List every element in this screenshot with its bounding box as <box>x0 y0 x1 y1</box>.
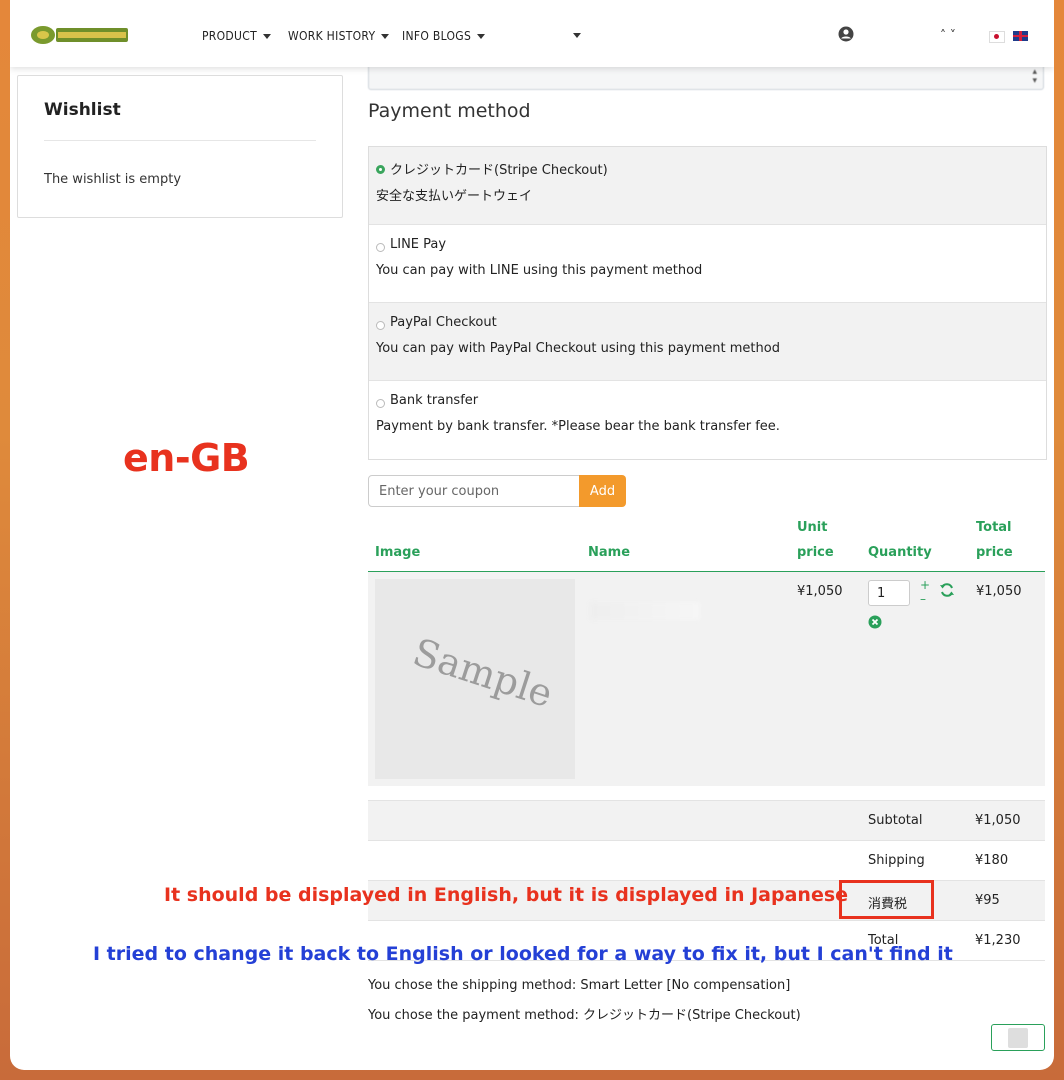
product-image[interactable]: Sample <box>375 579 575 779</box>
col-header-quantity: Quantity <box>868 545 932 560</box>
col-header-image: Image <box>375 545 421 560</box>
payment-option-bank-transfer[interactable]: Bank transfer Payment by bank transfer. … <box>369 381 1046 459</box>
annotation-locale: en-GB <box>123 436 250 480</box>
totals-value: ¥1,230 <box>975 933 1021 948</box>
sample-watermark: Sample <box>407 629 558 717</box>
select-arrows-icon: ▴ ▾ <box>1032 67 1037 86</box>
payment-option-desc: 安全な支払いゲートウェイ <box>376 189 533 204</box>
refresh-icon[interactable] <box>939 582 955 598</box>
quantity-increase-icon[interactable]: + <box>920 579 930 591</box>
payment-option-paypal[interactable]: PayPal Checkout You can pay with PayPal … <box>369 303 1046 381</box>
caret-down-icon <box>262 33 271 39</box>
flag-uk-icon[interactable] <box>1013 31 1028 41</box>
wishlist-empty-text: The wishlist is empty <box>44 172 182 187</box>
payment-option-desc: You can pay with PayPal Checkout using t… <box>376 341 780 356</box>
site-logo[interactable] <box>30 22 130 48</box>
divider <box>44 140 316 141</box>
add-coupon-button[interactable]: Add <box>579 475 626 507</box>
col-header-total-price: Total price <box>976 515 1013 565</box>
site-header: PRODUCT WORK HISTORY INFO BLOGS ˄ ˅ <box>10 0 1054 67</box>
chosen-payment-text: You chose the payment method: クレジットカード(S… <box>368 1008 801 1023</box>
payment-option-stripe[interactable]: クレジットカード(Stripe Checkout) 安全な支払いゲートウェイ <box>369 147 1046 225</box>
nav-info-blogs[interactable]: INFO BLOGS <box>402 29 486 43</box>
col-header-total-price-line1: Total <box>976 520 1012 535</box>
radio-icon[interactable] <box>376 243 385 252</box>
table-row: Sample ¥1,050 + – ¥1,050 <box>368 572 1045 786</box>
payment-option-desc: Payment by bank transfer. *Please bear t… <box>376 419 780 434</box>
totals-value: ¥1,050 <box>975 813 1021 828</box>
payment-option-linepay[interactable]: LINE Pay You can pay with LINE using thi… <box>369 225 1046 303</box>
total-price: ¥1,050 <box>976 584 1022 599</box>
annotation-issue: It should be displayed in English, but i… <box>164 884 849 906</box>
payment-option-desc: You can pay with LINE using this payment… <box>376 263 703 278</box>
caret-down-icon[interactable] <box>573 33 581 38</box>
col-header-unit-price-line1: Unit <box>797 520 828 535</box>
annotation-highlight-box <box>839 880 934 919</box>
user-account-icon[interactable] <box>838 26 854 42</box>
totals-row-shipping: Shipping ¥180 <box>368 840 1045 880</box>
radio-selected-icon[interactable] <box>376 165 385 174</box>
page: PRODUCT WORK HISTORY INFO BLOGS ˄ ˅ ▴ ▾ W… <box>10 0 1054 1070</box>
product-name[interactable] <box>590 602 700 620</box>
flag-japan-icon[interactable] <box>989 31 1005 43</box>
nav-work-history-label: WORK HISTORY <box>288 29 376 43</box>
payment-option-name: LINE Pay <box>390 237 447 252</box>
quantity-decrease-icon[interactable]: – <box>920 593 926 605</box>
radio-icon[interactable] <box>376 399 385 408</box>
back-to-top-button[interactable] <box>991 1024 1045 1051</box>
totals-row-subtotal: Subtotal ¥1,050 <box>368 800 1045 840</box>
radio-icon[interactable] <box>376 321 385 330</box>
nav-work-history[interactable]: WORK HISTORY <box>288 29 390 43</box>
totals-label: Subtotal <box>868 813 923 828</box>
col-header-total-price-line2: price <box>976 545 1013 560</box>
nav-info-blogs-label: INFO BLOGS <box>402 29 472 43</box>
coupon-input[interactable] <box>368 475 580 507</box>
caret-down-icon <box>381 33 390 39</box>
nav-product-label: PRODUCT <box>202 29 257 43</box>
remove-item-icon[interactable] <box>868 615 882 629</box>
shipping-method-select[interactable]: ▴ ▾ <box>368 64 1044 90</box>
nav-product[interactable]: PRODUCT <box>202 29 271 43</box>
totals-value: ¥180 <box>975 853 1009 868</box>
totals-value: ¥95 <box>975 893 1000 908</box>
payment-option-name: Bank transfer <box>390 393 479 408</box>
wishlist-panel: Wishlist The wishlist is empty <box>17 75 343 218</box>
language-dropdown-icon[interactable]: ˄ ˅ <box>940 28 956 42</box>
col-header-name: Name <box>588 545 631 560</box>
caret-down-icon <box>477 33 486 39</box>
order-totals: Subtotal ¥1,050 Shipping ¥180 消費税 ¥95 To… <box>368 800 1045 961</box>
unit-price: ¥1,050 <box>797 584 843 599</box>
payment-option-name: クレジットカード(Stripe Checkout) <box>390 163 608 178</box>
annotation-note: I tried to change it back to English or … <box>93 943 953 965</box>
chosen-shipping-text: You chose the shipping method: Smart Let… <box>368 978 791 993</box>
col-header-unit-price: Unit price <box>797 515 834 565</box>
quantity-input[interactable] <box>868 580 910 606</box>
payment-method-list: クレジットカード(Stripe Checkout) 安全な支払いゲートウェイ L… <box>368 146 1047 460</box>
wishlist-title: Wishlist <box>44 100 121 120</box>
payment-option-name: PayPal Checkout <box>390 315 497 330</box>
col-header-unit-price-line2: price <box>797 545 834 560</box>
totals-label: Shipping <box>868 853 925 868</box>
payment-method-title: Payment method <box>368 100 531 122</box>
